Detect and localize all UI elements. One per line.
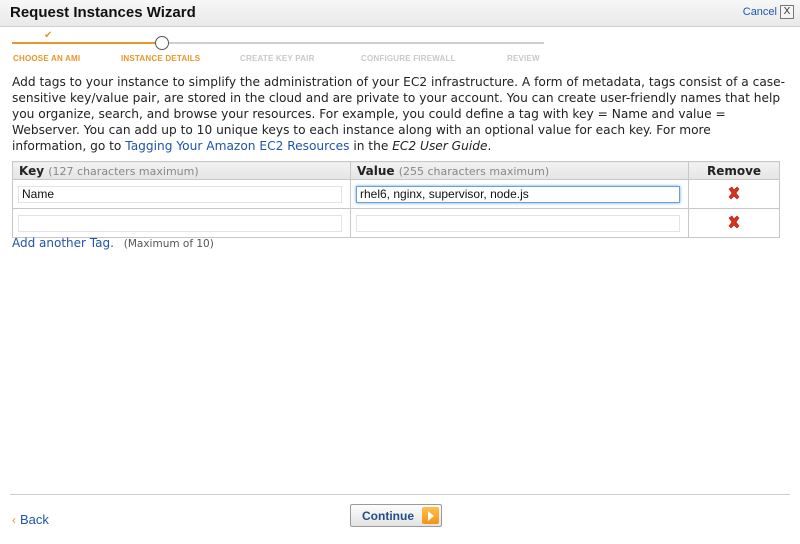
description-end: . [487, 139, 492, 153]
close-icon[interactable]: X [780, 5, 794, 19]
key-cell [12, 208, 351, 238]
key-cell [12, 179, 351, 209]
description-middle: in the [349, 139, 393, 153]
tagging-docs-link[interactable]: Tagging Your Amazon EC2 Resources [125, 139, 349, 153]
chevron-left-icon: ‹ [12, 513, 16, 527]
cancel-link[interactable]: Cancel [743, 6, 777, 18]
footer-divider [10, 494, 790, 495]
remove-cell [688, 208, 780, 238]
value-header-label: Value [357, 163, 395, 178]
max-tags-note: (Maximum of 10) [123, 238, 214, 250]
remove-x-icon[interactable] [727, 186, 741, 200]
cancel-control: Cancel X [743, 5, 794, 19]
progress-line-done [12, 42, 160, 44]
tag-value-input[interactable] [356, 214, 680, 232]
value-cell [350, 179, 689, 209]
tags-table-header: Key (127 characters maximum) Value (255 … [12, 161, 780, 180]
key-column-header: Key (127 characters maximum) [12, 161, 351, 180]
continue-label: Continue [362, 509, 414, 523]
back-link[interactable]: ‹ Back [12, 512, 49, 527]
add-tag-row: Add another Tag. (Maximum of 10) [12, 236, 214, 250]
value-column-header: Value (255 characters maximum) [350, 161, 689, 180]
table-row [12, 208, 780, 238]
table-row [12, 179, 780, 209]
step-create-key-pair: CREATE KEY PAIR [240, 54, 315, 63]
wizard-steps: ✔ CHOOSE AN AMI INSTANCE DETAILS CREATE … [0, 28, 800, 70]
key-header-hint: (127 characters maximum) [48, 164, 199, 178]
check-icon: ✔ [44, 30, 53, 41]
key-header-label: Key [19, 163, 45, 178]
remove-x-icon[interactable] [727, 215, 741, 229]
tags-table: Key (127 characters maximum) Value (255 … [12, 161, 780, 238]
wizard-header: Request Instances Wizard Cancel X [0, 0, 800, 27]
tag-value-input[interactable] [356, 185, 680, 203]
tag-key-input[interactable] [18, 185, 342, 203]
user-guide-title: EC2 User Guide [392, 139, 488, 153]
value-header-hint: (255 characters maximum) [398, 164, 550, 178]
wizard-title: Request Instances Wizard [10, 4, 196, 21]
arrow-right-icon [422, 507, 439, 524]
step-instance-details: INSTANCE DETAILS [121, 54, 201, 63]
add-another-tag-link[interactable]: Add another Tag. [12, 236, 114, 250]
step-configure-firewall: CONFIGURE FIREWALL [361, 54, 456, 63]
tag-key-input[interactable] [18, 214, 342, 232]
progress-line-pending [160, 42, 544, 44]
remove-column-header: Remove [688, 161, 780, 180]
value-cell [350, 208, 689, 238]
back-label: Back [20, 512, 49, 527]
step-choose-ami: CHOOSE AN AMI [13, 54, 81, 63]
tags-description: Add tags to your instance to simplify th… [12, 74, 788, 154]
remove-cell [688, 179, 780, 209]
current-step-marker-icon [155, 36, 169, 50]
step-review: REVIEW [507, 54, 540, 63]
continue-button[interactable]: Continue [350, 504, 442, 527]
